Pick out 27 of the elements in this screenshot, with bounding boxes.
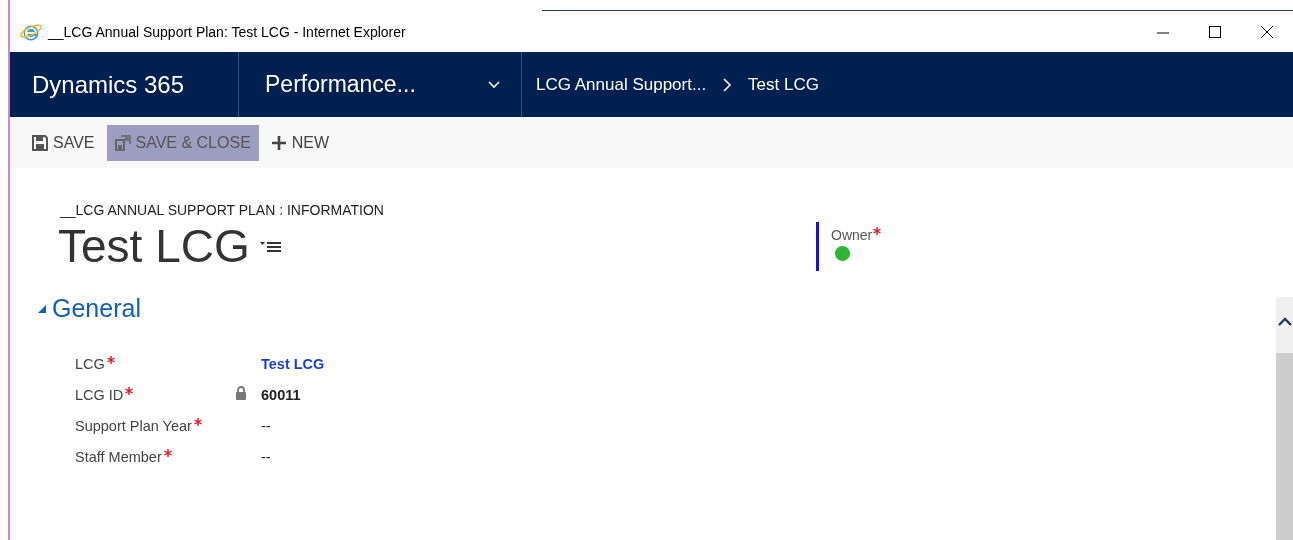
field-label: LCG — [75, 356, 105, 372]
record-title: Test LCG — [58, 220, 250, 272]
save-close-icon — [114, 134, 131, 151]
window-title: __LCG Annual Support Plan: Test LCG - Internet Explorer — [48, 24, 407, 40]
field-label: Owner — [831, 227, 873, 243]
field-value: -- — [261, 448, 272, 465]
scroll-up-icon — [1277, 317, 1292, 326]
save-icon — [32, 134, 48, 151]
maximize-icon[interactable] — [1208, 25, 1222, 39]
field-label: LCG ID — [75, 387, 124, 403]
command-button[interactable]: SAVE — [24, 124, 103, 161]
lookup-link[interactable]: Test LCG — [261, 355, 325, 372]
chevron-down-icon — [487, 79, 501, 90]
command-button[interactable]: NEW — [262, 124, 338, 161]
plus-icon — [270, 134, 287, 151]
field-value: 60011 — [261, 386, 302, 403]
section-toggle[interactable]: General — [38, 294, 141, 323]
breadcrumb-link[interactable]: LCG Annual Support... — [536, 74, 707, 95]
breadcrumb-link[interactable]: Test LCG — [748, 74, 819, 95]
field-value: -- — [261, 417, 272, 434]
chevron-right-icon — [722, 77, 733, 92]
close-icon[interactable] — [1260, 25, 1274, 39]
collapse-triangle-icon — [38, 304, 46, 313]
entity-label: __LCG ANNUAL SUPPORT PLAN : INFORMATION — [60, 202, 385, 218]
browser-logo-icon — [20, 22, 42, 42]
field-label: Support Plan Year — [75, 418, 192, 434]
field-label: Staff Member — [75, 449, 162, 465]
